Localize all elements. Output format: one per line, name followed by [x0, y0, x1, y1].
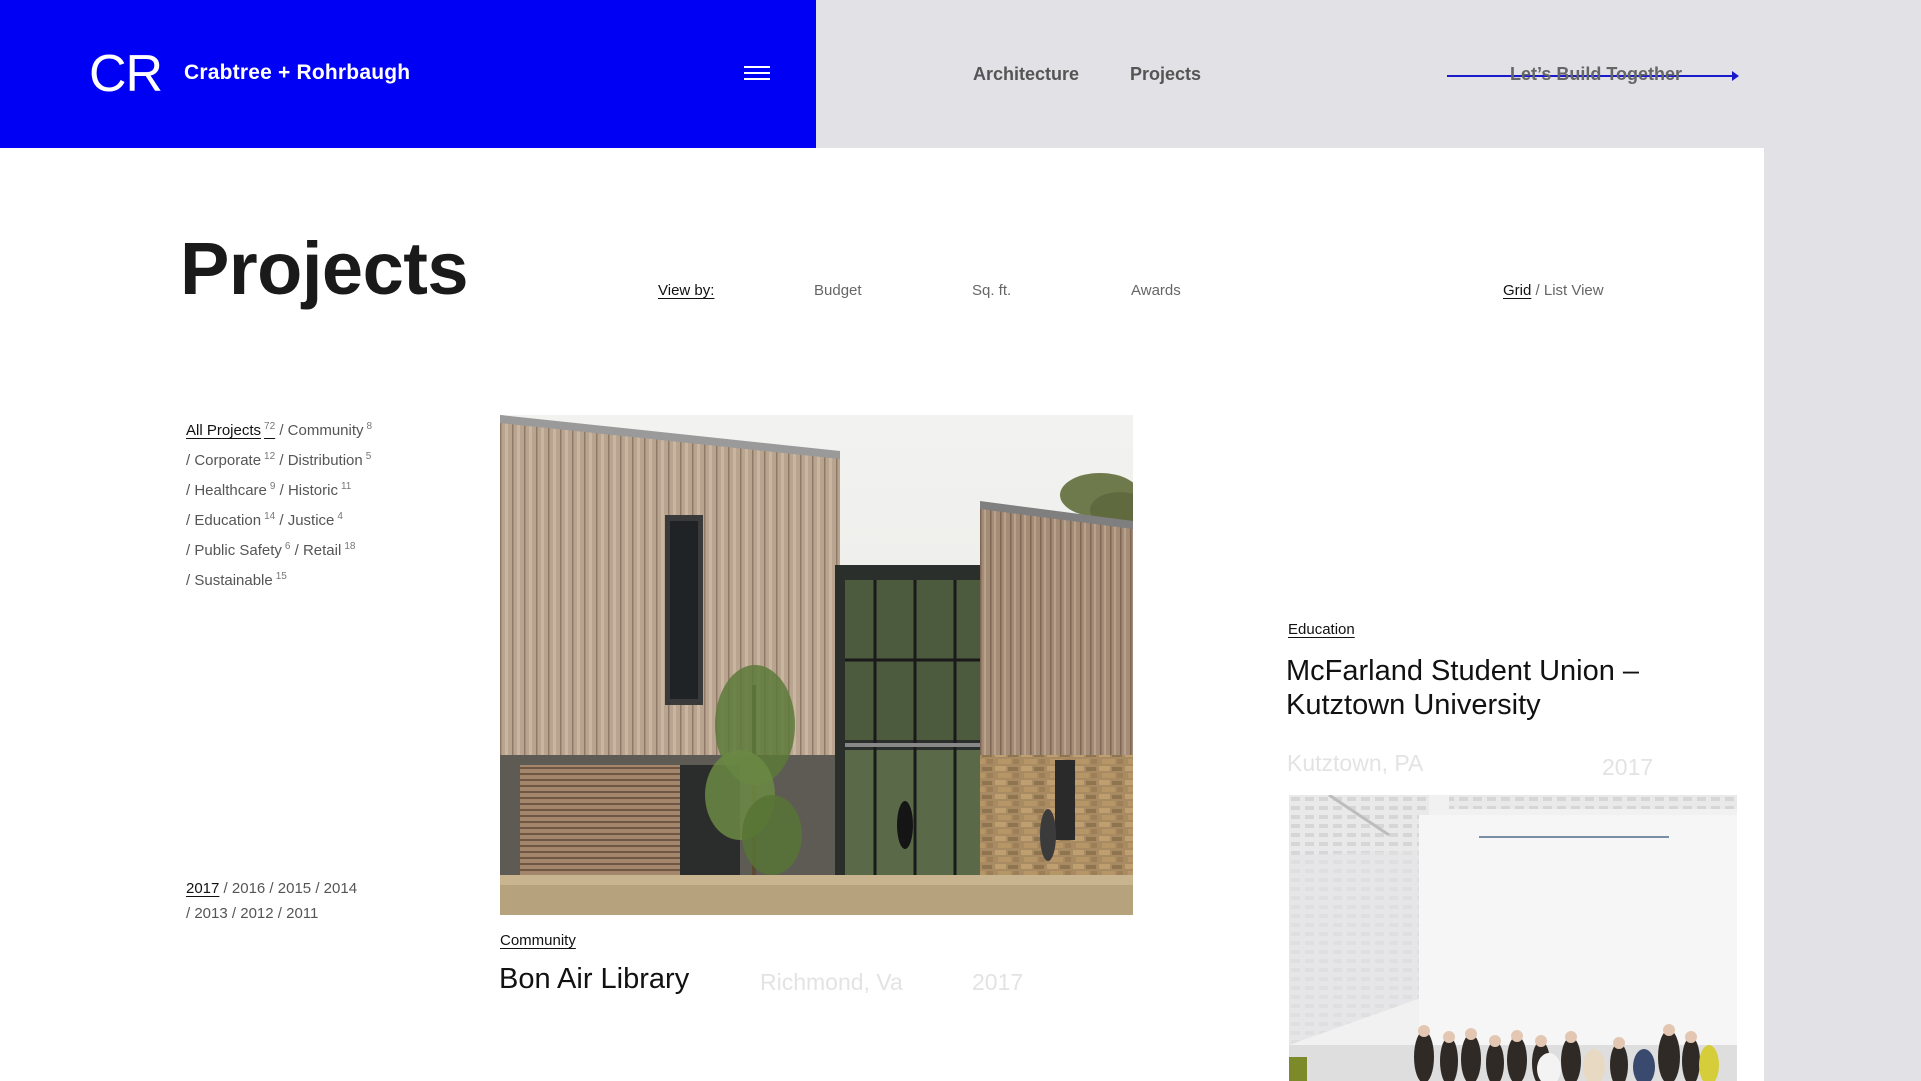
filter-healthcare[interactable]: Healthcare 9 [194, 481, 275, 499]
page-title: Projects [180, 227, 469, 310]
filter-public-safety[interactable]: Public Safety 6 [194, 541, 290, 559]
project-location: Kutztown, PA [1287, 750, 1424, 776]
lets-build-together-link[interactable]: Let’s Build Together [1447, 64, 1739, 88]
year-2014[interactable]: 2014 [324, 880, 357, 897]
filter-community[interactable]: Community 8 [288, 421, 372, 439]
view-separator: / [1531, 282, 1544, 299]
filter-all-projects[interactable]: All Projects 72 [186, 421, 275, 439]
firm-name[interactable]: Crabtree + Rohrbaugh [184, 61, 410, 85]
nav-architecture[interactable]: Architecture [973, 64, 1079, 85]
cta-label: Let’s Build Together [1510, 64, 1683, 84]
project-image-mcfarland[interactable] [1289, 795, 1737, 1081]
filter-retail[interactable]: Retail 18 [303, 541, 355, 559]
sort-awards[interactable]: Awards [1131, 282, 1181, 299]
category-filters: All Projects 72 / Community 8 / Corporate 1… [186, 421, 373, 589]
arrow-right-icon [1732, 71, 1739, 81]
view-toggle: Grid / List View [1503, 282, 1604, 299]
project-category-education[interactable]: Education [1288, 621, 1355, 638]
sort-sqft[interactable]: Sq. ft. [972, 282, 1011, 299]
brand-bar: CR Crabtree + Rohrbaugh [0, 0, 816, 148]
year-filters: 2017 / 2016 / 2015 / 2014 / 2013 / 2012 … [186, 880, 358, 922]
year-2011[interactable]: 2011 [286, 905, 318, 922]
year-2017[interactable]: 2017 [186, 880, 219, 897]
year-2015[interactable]: 2015 [278, 880, 311, 897]
logo-mark[interactable]: CR [89, 48, 163, 100]
project-year: 2017 [1602, 754, 1654, 780]
list-view-toggle[interactable]: List View [1544, 282, 1604, 299]
filter-distribution[interactable]: Distribution 5 [288, 451, 372, 469]
filter-historic[interactable]: Historic 11 [288, 481, 351, 499]
hamburger-menu-icon[interactable] [744, 66, 770, 82]
project-category-community[interactable]: Community [500, 932, 576, 949]
main-content: Projects View by: Budget Sq. ft. Awards … [0, 148, 1764, 1081]
year-2012[interactable]: 2012 [240, 905, 273, 922]
year-2013[interactable]: 2013 [194, 905, 227, 922]
filter-corporate[interactable]: Corporate 12 [194, 451, 275, 469]
view-by-label: View by: [658, 282, 715, 299]
year-2016[interactable]: 2016 [232, 880, 265, 897]
project-location: Richmond, Va [760, 969, 903, 995]
filter-sustainable[interactable]: Sustainable 15 [194, 571, 287, 589]
project-year: 2017 [972, 969, 1024, 995]
nav-projects[interactable]: Projects [1130, 64, 1201, 85]
grid-view-toggle[interactable]: Grid [1503, 282, 1531, 299]
project-image-bon-air-library[interactable] [500, 415, 1133, 915]
filter-justice[interactable]: Justice 4 [288, 511, 343, 529]
project-title-bon-air-library[interactable]: Bon Air Library [499, 963, 689, 996]
project-title-mcfarland[interactable]: McFarland Student Union – Kutztown Unive… [1286, 654, 1706, 722]
filter-education[interactable]: Education 14 [194, 511, 275, 529]
sort-budget[interactable]: Budget [814, 282, 862, 299]
